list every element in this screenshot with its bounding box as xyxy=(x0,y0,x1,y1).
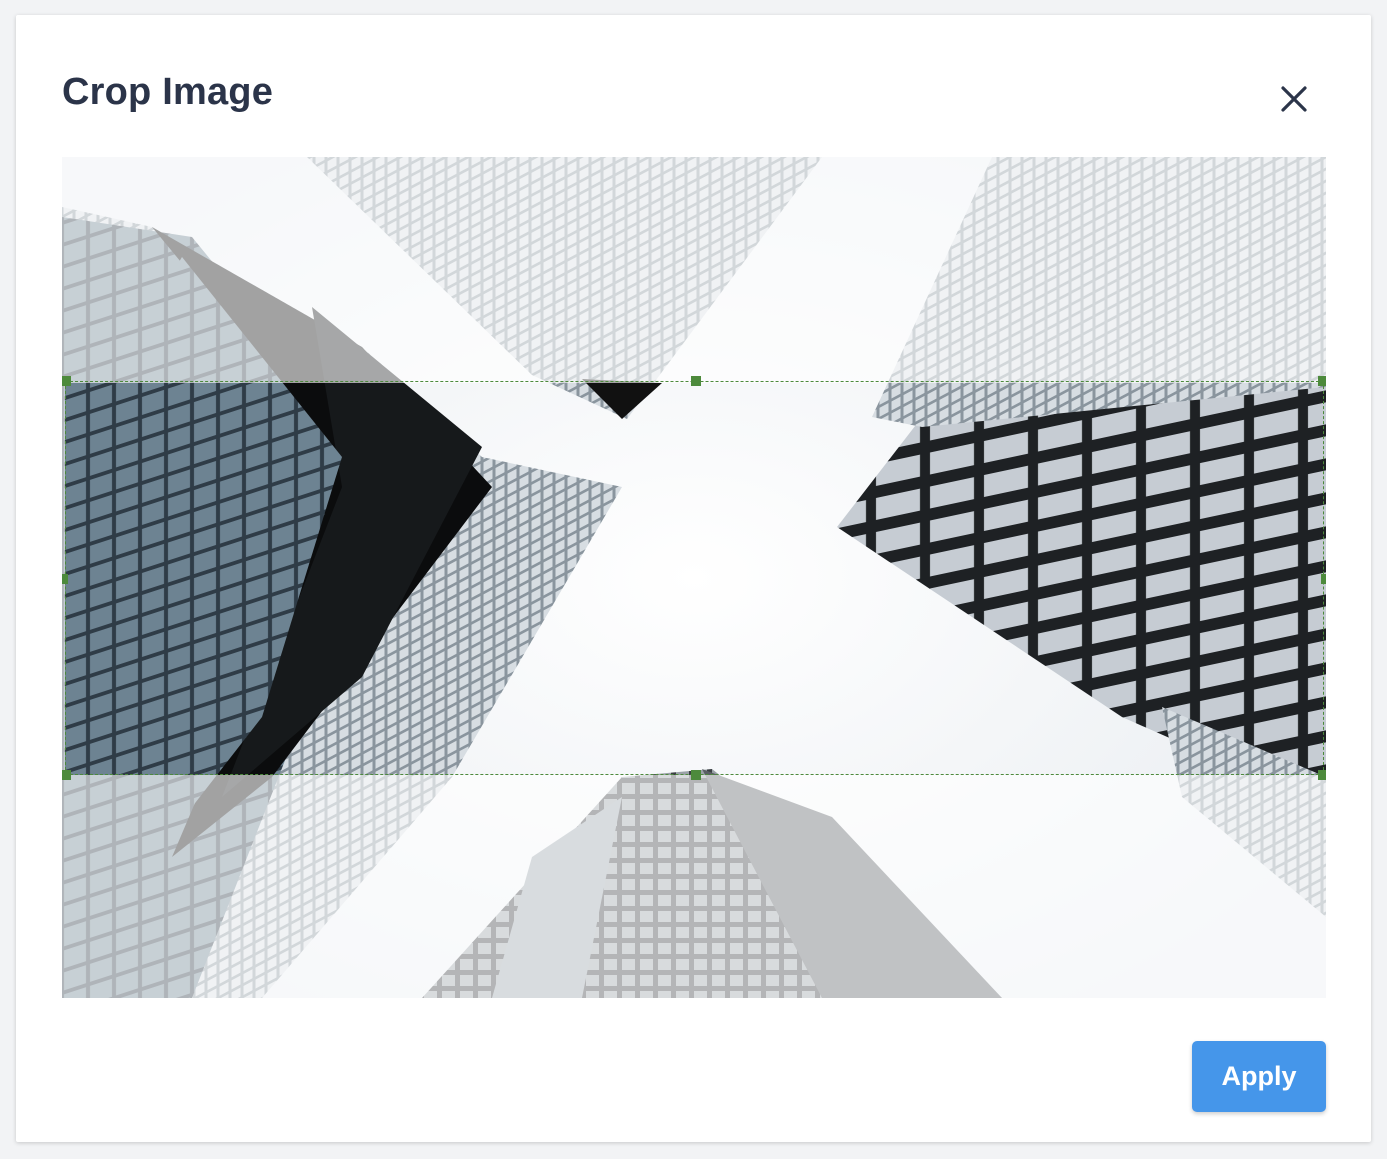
crop-area[interactable] xyxy=(62,157,1326,998)
crop-handle-right[interactable] xyxy=(1321,574,1326,584)
crop-handle-left[interactable] xyxy=(62,574,68,584)
close-button[interactable] xyxy=(1272,77,1316,121)
crop-handle-top[interactable] xyxy=(691,376,701,386)
close-icon xyxy=(1272,77,1316,121)
crop-handle-bottom[interactable] xyxy=(691,770,701,780)
apply-button[interactable]: Apply xyxy=(1192,1041,1326,1112)
crop-handle-bottom-right[interactable] xyxy=(1318,770,1326,780)
dialog-title: Crop Image xyxy=(62,71,274,113)
crop-selection[interactable] xyxy=(62,376,1326,780)
crop-handle-top-right[interactable] xyxy=(1318,376,1326,386)
crop-image-dialog: Crop Image Apply xyxy=(16,15,1371,1142)
crop-handle-bottom-left[interactable] xyxy=(62,770,71,780)
crop-handle-top-left[interactable] xyxy=(62,376,71,386)
